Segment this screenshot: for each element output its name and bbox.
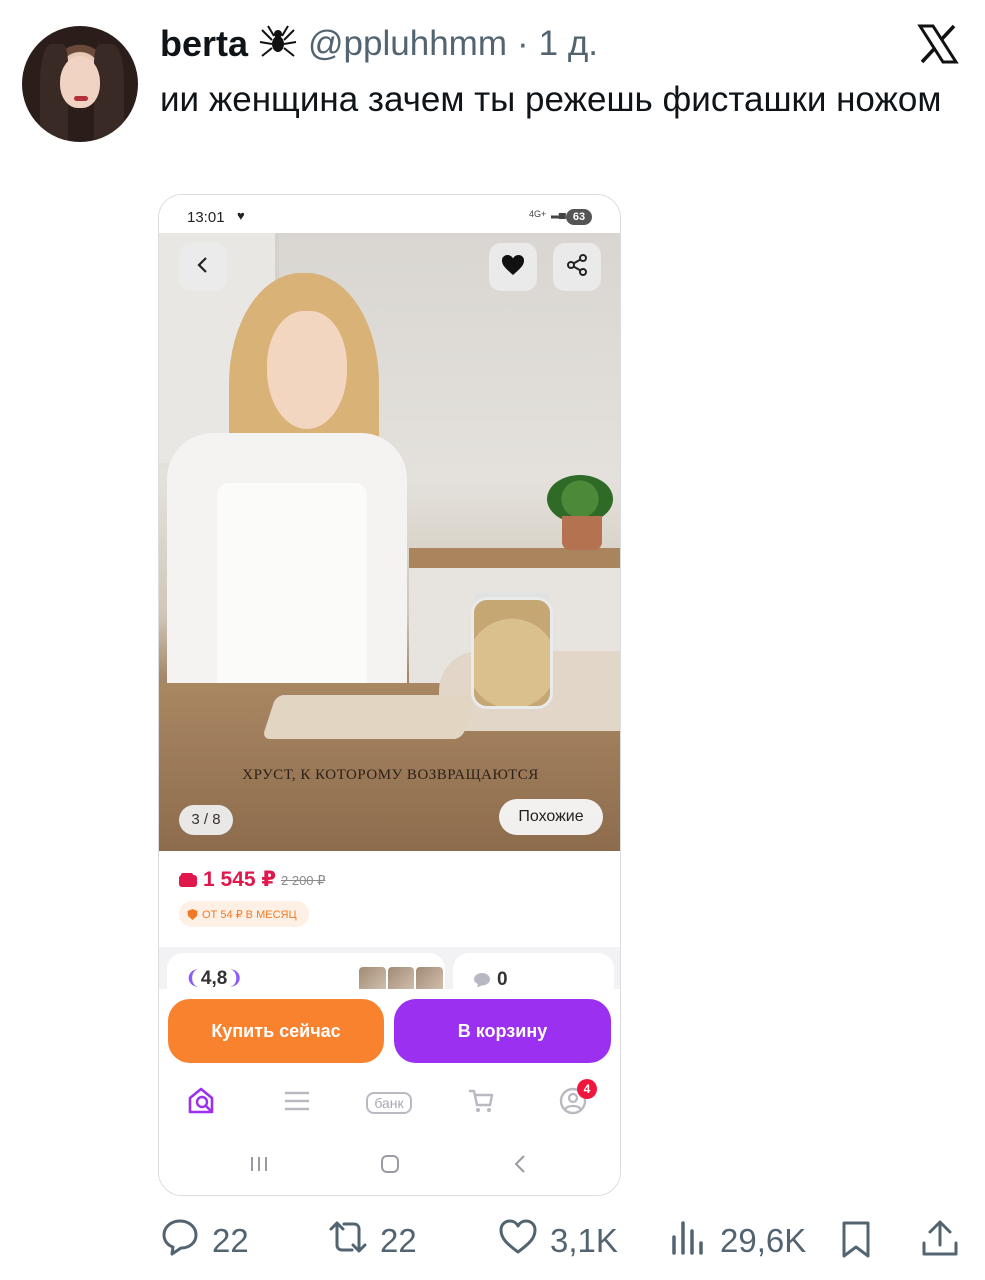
buy-now-button[interactable]: Купить сейчас [168,999,384,1063]
status-bar: 13:01 ♥ 4G+ ▂▄ 63 [159,195,620,233]
shield-icon [187,908,198,920]
reply-count: 22 [212,1222,249,1259]
like-button[interactable]: 3,1K [498,1218,618,1264]
recents-icon [248,1155,270,1178]
tab-bank[interactable]: банк [357,1087,421,1119]
old-price: 2 200 ₽ [281,873,326,888]
attached-screenshot[interactable]: 13:01 ♥ 4G+ ▂▄ 63 ХРУСТ, К КОТОРОМУ ВОЗВ… [158,194,621,1196]
bottom-tab-bar: банк 4 [159,1073,620,1133]
bank-label: банк [366,1092,412,1114]
display-name[interactable]: berta [160,23,248,65]
share-tweet-button[interactable] [918,1218,962,1264]
photo-page-counter: 3 / 8 [179,805,233,835]
cart-icon [467,1088,495,1119]
like-count: 3,1K [550,1222,618,1259]
system-nav-bar [159,1133,620,1195]
reply-button[interactable]: 22 [160,1218,249,1264]
photo-apron [217,483,367,693]
tweet-text: ии женщина зачем ты режешь фисташки ножо… [160,80,942,119]
views-count: 29,6K [720,1222,807,1259]
x-logo-icon[interactable] [916,22,960,66]
laurel-right-icon: ❩ [227,968,244,989]
signal-icon: ▂▄ [551,208,566,219]
back-button[interactable] [179,243,227,291]
photo-shelf [409,548,620,568]
retweet-button[interactable]: 22 [328,1218,417,1264]
photo-pistachio-jar [471,597,553,709]
avatar-lips [74,96,88,101]
purchase-actions: Купить сейчас В корзину [159,989,620,1073]
product-photo[interactable]: ХРУСТ, К КОТОРОМУ ВОЗВРАЩАЮТСЯ 3 / 8 Пох… [159,233,620,851]
home-square-icon [380,1154,400,1179]
bookmark-button[interactable] [836,1218,876,1264]
timestamp[interactable]: 1 д. [539,24,598,64]
tab-cart[interactable] [461,1087,501,1119]
laurel-left-icon: ❨ [185,968,201,989]
bar-chart-icon [668,1217,708,1265]
tweet-author-row: berta @ppluhhmm · 1 д. [160,20,598,68]
share-icon [566,253,588,281]
heart-icon [501,254,525,281]
retweet-icon [328,1217,368,1265]
photo-woman-face [267,311,347,429]
bookmark-icon [836,1219,876,1264]
home-button[interactable] [375,1151,405,1181]
chevron-left-icon [512,1154,528,1179]
share-button[interactable] [553,243,601,291]
wallet-icon [179,873,197,887]
tab-home[interactable] [183,1087,223,1119]
add-to-cart-button[interactable]: В корзину [394,999,611,1063]
favorite-button[interactable] [489,243,537,291]
status-time: 13:01 [187,209,225,226]
heart-outline-icon [498,1217,538,1265]
reply-icon [160,1217,200,1265]
views-button[interactable]: 29,6K [668,1218,806,1264]
installment-text: ОТ 54 ₽ В МЕСЯЦ [202,908,297,921]
home-search-icon [187,1087,219,1120]
photo-plant-pot [562,516,602,550]
profile-notification-badge: 4 [577,1079,597,1099]
chevron-left-icon [193,255,213,280]
battery-indicator: 63 [566,209,592,225]
photo-caption: ХРУСТ, К КОТОРОМУ ВОЗВРАЩАЮТСЯ [242,767,539,783]
handle[interactable]: @ppluhhmm [308,24,507,64]
spider-icon [258,22,298,67]
tab-catalog[interactable] [277,1087,317,1119]
recents-button[interactable] [244,1151,274,1181]
rating: ❨4,8❩ [185,967,243,990]
separator: · [516,24,529,63]
questions-count-value: 0 [497,969,508,990]
price-card: 1 545 ₽ 2 200 ₽ ОТ 54 ₽ В МЕСЯЦ [159,851,620,947]
photo-cutting-board [261,695,477,739]
system-back-button[interactable] [505,1151,535,1181]
retweet-count: 22 [380,1222,417,1259]
installment-badge[interactable]: ОТ 54 ₽ В МЕСЯЦ [179,901,309,927]
upload-icon [918,1219,962,1264]
rating-value: 4,8 [200,968,228,989]
avatar[interactable] [22,26,138,142]
current-price: 1 545 ₽ [203,868,276,891]
similar-button[interactable]: Похожие [499,799,603,835]
menu-icon [283,1090,311,1117]
network-indicator: 4G+ [529,209,547,219]
speech-bubble-icon [473,972,491,988]
heart-status-icon: ♥ [237,208,245,223]
questions-count: 0 [473,969,508,991]
